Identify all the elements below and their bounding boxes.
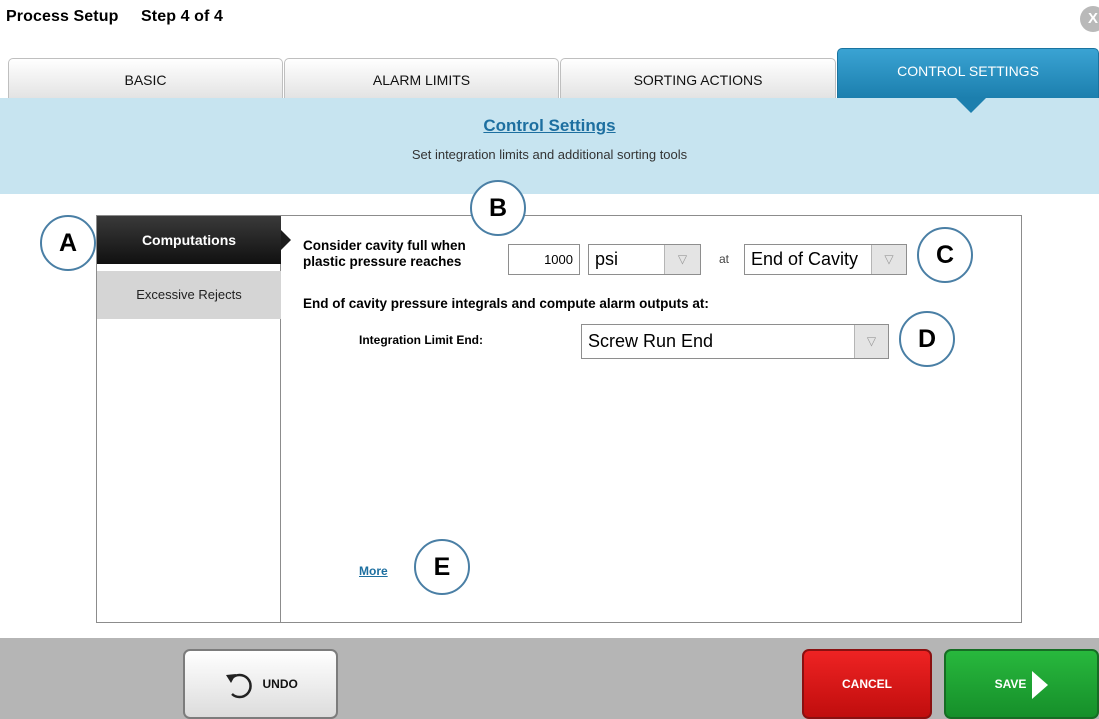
unit-select[interactable]: psi ▽	[588, 244, 701, 275]
pressure-value-input[interactable]: 1000	[508, 244, 580, 275]
cavity-full-label-line1: Consider cavity full when	[303, 238, 466, 253]
cavity-full-label-line2: plastic pressure reaches	[303, 254, 462, 269]
undo-label: UNDO	[262, 677, 298, 691]
chevron-down-icon[interactable]: ▽	[854, 325, 888, 358]
tab-alarm-limits[interactable]: ALARM LIMITS	[284, 58, 559, 98]
banner-subtitle: Set integration limits and additional so…	[411, 147, 688, 162]
section-banner: Control Settings Set integration limits …	[0, 98, 1099, 194]
integration-limit-select[interactable]: Screw Run End ▽	[581, 324, 889, 359]
location-select-value: End of Cavity	[751, 249, 859, 269]
callout-c: C	[917, 227, 973, 283]
callout-d: D	[899, 311, 955, 367]
at-label: at	[719, 252, 730, 266]
integrals-label: End of cavity pressure integrals and com…	[303, 296, 709, 311]
undo-button[interactable]: UNDO	[183, 649, 338, 719]
callout-a: A	[40, 215, 96, 271]
location-select[interactable]: End of Cavity ▽	[744, 244, 907, 275]
chevron-down-icon[interactable]: ▽	[871, 245, 906, 274]
step-indicator: Step 4 of 4	[141, 8, 224, 25]
sidebar-item-computations[interactable]: Computations	[97, 216, 281, 264]
page-title: Process Setup Step 4 of 4	[6, 8, 223, 26]
sidebar: Computations Excessive Rejects	[97, 216, 281, 622]
save-label: SAVE	[994, 677, 1027, 691]
computations-content: Consider cavity full when plastic pressu…	[282, 216, 1021, 622]
chevron-down-icon[interactable]: ▽	[664, 245, 700, 274]
active-tab-pointer	[955, 97, 987, 113]
undo-icon	[226, 673, 252, 699]
callout-b: B	[470, 180, 526, 236]
close-icon[interactable]: X	[1080, 6, 1099, 32]
title-text: Process Setup	[6, 8, 119, 25]
cancel-button[interactable]: CANCEL	[802, 649, 932, 719]
tab-sorting-actions[interactable]: SORTING ACTIONS	[560, 58, 836, 98]
callout-e: E	[414, 539, 470, 595]
tab-bar: BASIC ALARM LIMITS SORTING ACTIONS CONTR…	[0, 48, 1099, 98]
banner-title: Control Settings	[483, 116, 616, 135]
more-link[interactable]: More	[359, 564, 388, 578]
tab-basic[interactable]: BASIC	[8, 58, 283, 98]
header-bar: Process Setup Step 4 of 4 X	[0, 0, 1099, 48]
sidebar-item-excessive-rejects[interactable]: Excessive Rejects	[97, 271, 281, 319]
settings-panel: Computations Excessive Rejects Consider …	[96, 215, 1022, 623]
play-arrow-icon	[1032, 670, 1049, 699]
cavity-full-label: Consider cavity full when plastic pressu…	[303, 238, 466, 270]
unit-select-value: psi	[595, 249, 619, 269]
footer-bar: UNDO CANCEL SAVE	[0, 638, 1099, 719]
save-button[interactable]: SAVE	[944, 649, 1099, 719]
integration-limit-label: Integration Limit End:	[359, 333, 483, 347]
integration-limit-value: Screw Run End	[588, 331, 714, 351]
tab-control-settings[interactable]: CONTROL SETTINGS	[837, 48, 1099, 98]
